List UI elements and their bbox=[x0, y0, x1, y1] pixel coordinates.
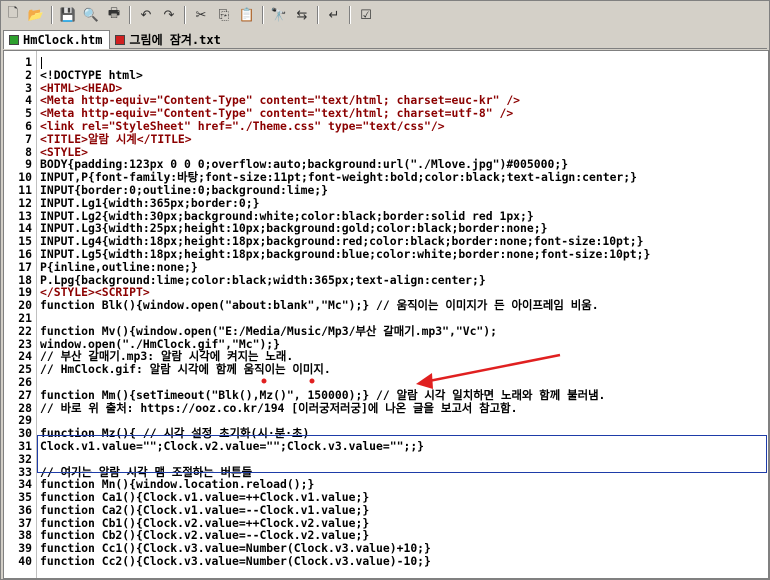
file-status-icon bbox=[9, 35, 19, 45]
replace-icon[interactable]: ⇆ bbox=[292, 5, 312, 25]
open-folder-icon[interactable]: 📂 bbox=[26, 5, 46, 25]
file-status-icon bbox=[115, 34, 126, 45]
checklist-icon[interactable]: ☑ bbox=[356, 5, 376, 25]
annotation-arrow bbox=[261, 353, 561, 389]
arrow-shaft bbox=[428, 353, 561, 383]
toolbar: 🗋 📂 💾 🔍 🖶 ↶ ↷ ✂ ⎘ 📋 🔭 ⇆ ↵ ☑ bbox=[3, 3, 767, 27]
code-editor[interactable]: 1 2 <!DOCTYPE html> 3 <HTML><HEAD> 4 <Meta htt… bbox=[3, 50, 769, 579]
cut-icon[interactable]: ✂ bbox=[191, 5, 211, 25]
toolbar-separator bbox=[184, 6, 186, 24]
toolbar-separator bbox=[317, 6, 319, 24]
file-tab-label: HmClock.htm bbox=[23, 33, 103, 47]
save-icon[interactable]: 💾 bbox=[58, 5, 78, 25]
paste-icon[interactable]: 📋 bbox=[237, 5, 257, 25]
print-icon[interactable]: 🖶 bbox=[104, 5, 124, 25]
new-file-icon[interactable]: 🗋 bbox=[3, 5, 23, 25]
file-tab[interactable]: 그림에 잠겨.txt bbox=[110, 31, 227, 48]
print-preview-icon[interactable]: 🔍 bbox=[81, 5, 101, 25]
file-tab[interactable]: HmClock.htm bbox=[3, 30, 111, 49]
marker-dot bbox=[309, 378, 315, 384]
marker-dot bbox=[261, 378, 267, 384]
find-icon[interactable]: 🔭 bbox=[269, 5, 289, 25]
toolbar-separator bbox=[349, 6, 351, 24]
undo-icon[interactable]: ↶ bbox=[136, 5, 156, 25]
redo-icon[interactable]: ↷ bbox=[159, 5, 179, 25]
file-tab-label: 그림에 잠겨.txt bbox=[129, 33, 221, 47]
arrow-head bbox=[416, 373, 433, 389]
copy-icon[interactable]: ⎘ bbox=[214, 5, 234, 25]
toolbar-separator bbox=[262, 6, 264, 24]
tab-bar: HmClock.htm 그림에 잠겨.txt bbox=[3, 28, 767, 49]
word-wrap-icon[interactable]: ↵ bbox=[324, 5, 344, 25]
toolbar-separator bbox=[129, 6, 131, 24]
toolbar-separator bbox=[51, 6, 53, 24]
editor-window: 🗋 📂 💾 🔍 🖶 ↶ ↷ ✂ ⎘ 📋 🔭 ⇆ ↵ ☑ HmClock.htm 그림에 잠겨.txt 1 2 <… bbox=[0, 0, 770, 580]
